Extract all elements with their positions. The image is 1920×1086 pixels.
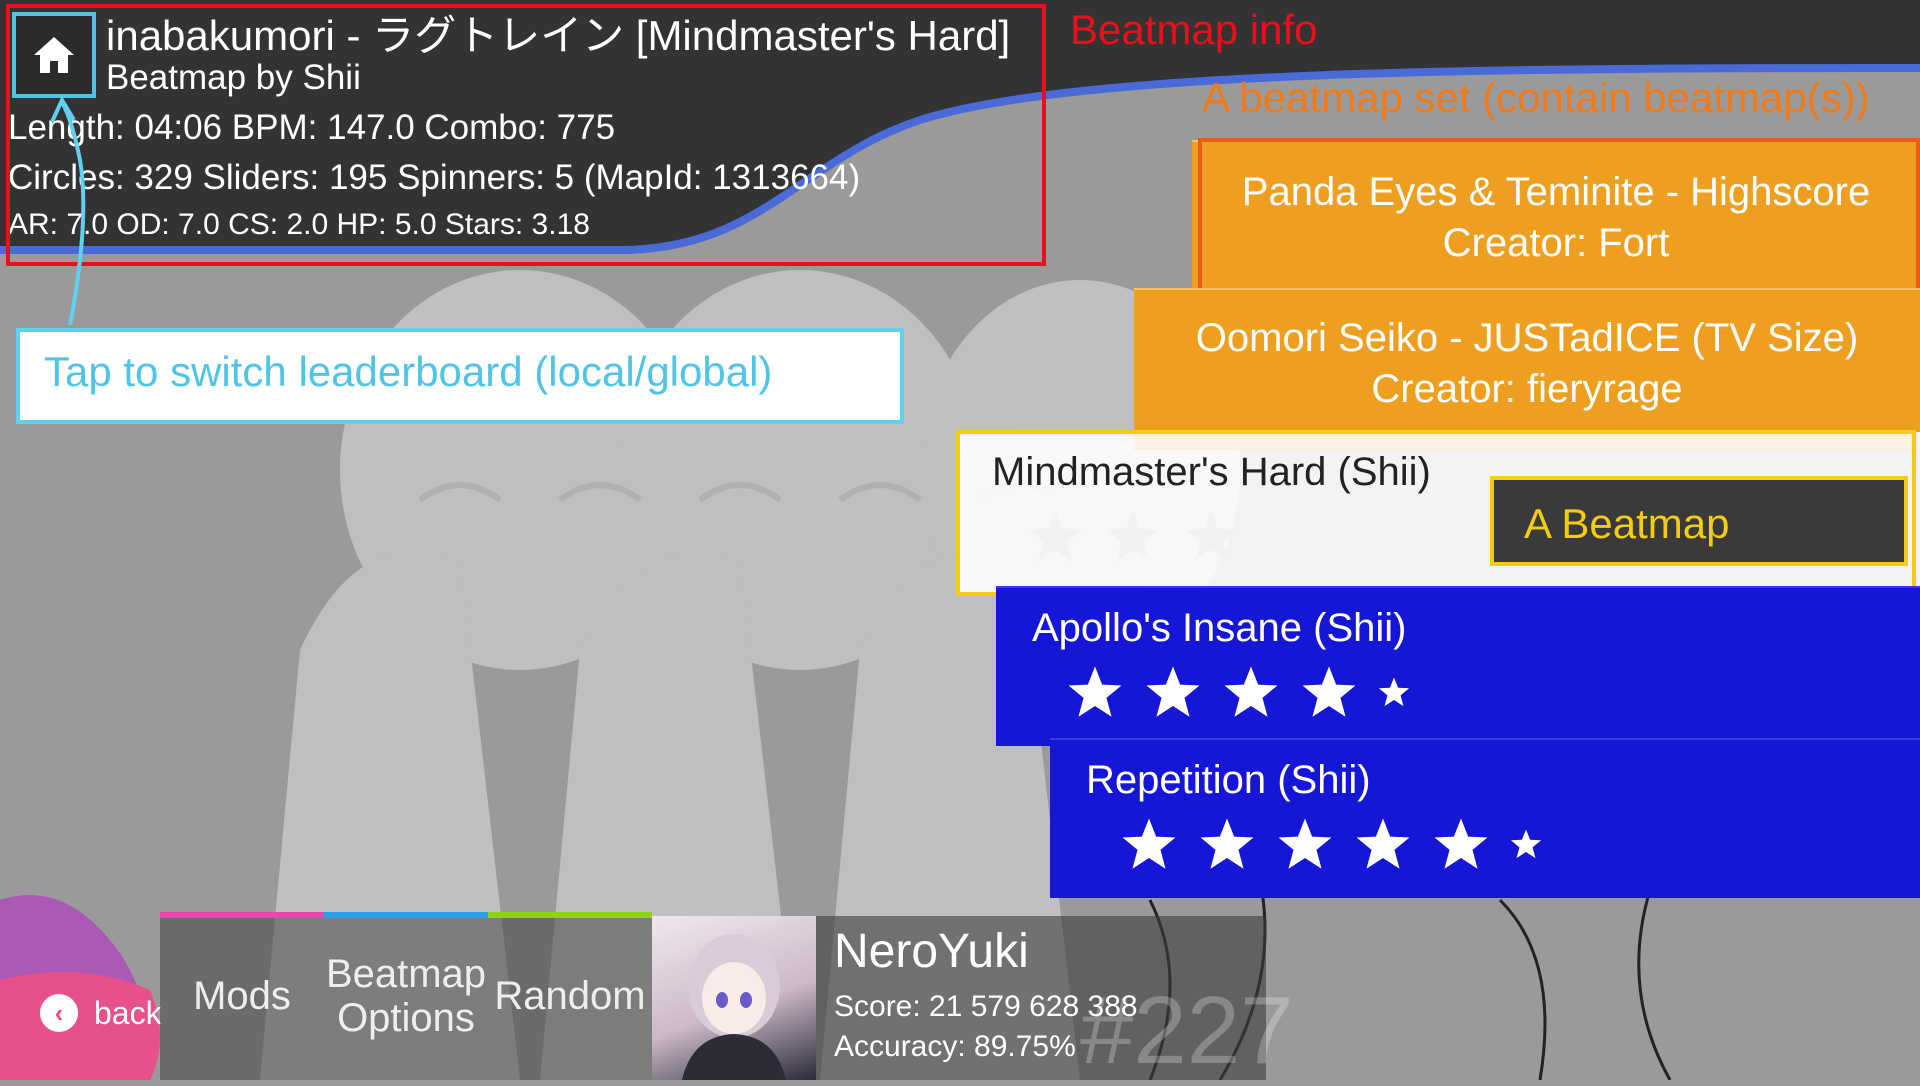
difficulty-name: Repetition (Shii) bbox=[1086, 758, 1371, 802]
beatmap-set-card[interactable]: Oomori Seiko - JUSTadICE (TV Size) Creat… bbox=[1134, 288, 1920, 450]
beatmap-options-label: Beatmap Options bbox=[325, 952, 487, 1040]
star-icon bbox=[1224, 666, 1278, 717]
partial-star-icon bbox=[1510, 829, 1542, 859]
difficulty-name: Apollo's Insane (Shii) bbox=[1032, 606, 1407, 650]
random-accent-bar bbox=[488, 912, 652, 918]
options-accent-bar bbox=[324, 912, 488, 918]
avatar-illustration bbox=[682, 934, 786, 1080]
star-icon bbox=[1146, 666, 1200, 717]
star-icon bbox=[1356, 818, 1410, 869]
random-label: Random bbox=[494, 974, 646, 1018]
back-label: back bbox=[94, 994, 162, 1031]
beatmap-set-title: Oomori Seiko - JUSTadICE (TV Size) bbox=[1195, 316, 1859, 360]
beatmap-set-annotation-label: A beatmap set (contain beatmap(s)) bbox=[1202, 74, 1870, 121]
chevron-left-icon: ‹ bbox=[40, 994, 78, 1032]
mods-accent-bar bbox=[160, 912, 324, 918]
avatar bbox=[652, 916, 816, 1080]
player-rank: #227 bbox=[1080, 977, 1294, 1084]
player-username: NeroYuki bbox=[834, 925, 1029, 978]
back-button[interactable]: ‹ back bbox=[40, 994, 162, 1032]
difficulty-card[interactable]: Apollo's Insane (Shii) bbox=[996, 586, 1920, 746]
star-icon bbox=[1278, 818, 1332, 869]
beatmap-set-creator: Creator: fieryrage bbox=[1371, 367, 1683, 411]
beatmap-options-button[interactable]: Beatmap Options bbox=[324, 912, 488, 1080]
random-button[interactable]: Random bbox=[488, 912, 652, 1080]
mods-label: Mods bbox=[193, 974, 291, 1018]
beatmap-annotation-label: A Beatmap bbox=[1524, 500, 1730, 547]
star-icon bbox=[1302, 666, 1356, 717]
beatmap-info-annotation-label: Beatmap info bbox=[1070, 6, 1318, 53]
star-icon bbox=[1068, 666, 1122, 717]
difficulty-card[interactable]: Repetition (Shii) bbox=[1050, 738, 1920, 898]
star-icon bbox=[1434, 818, 1488, 869]
partial-star-icon bbox=[1378, 677, 1410, 707]
mods-button[interactable]: Mods bbox=[160, 912, 324, 1080]
beatmap-set-annotation-box bbox=[1198, 138, 1920, 302]
star-icon bbox=[1122, 818, 1176, 869]
difficulty-stars bbox=[1120, 816, 1542, 872]
player-accuracy: Accuracy: 89.75% bbox=[834, 1030, 1076, 1063]
star-icon bbox=[1200, 818, 1254, 869]
difficulty-stars bbox=[1066, 664, 1410, 720]
